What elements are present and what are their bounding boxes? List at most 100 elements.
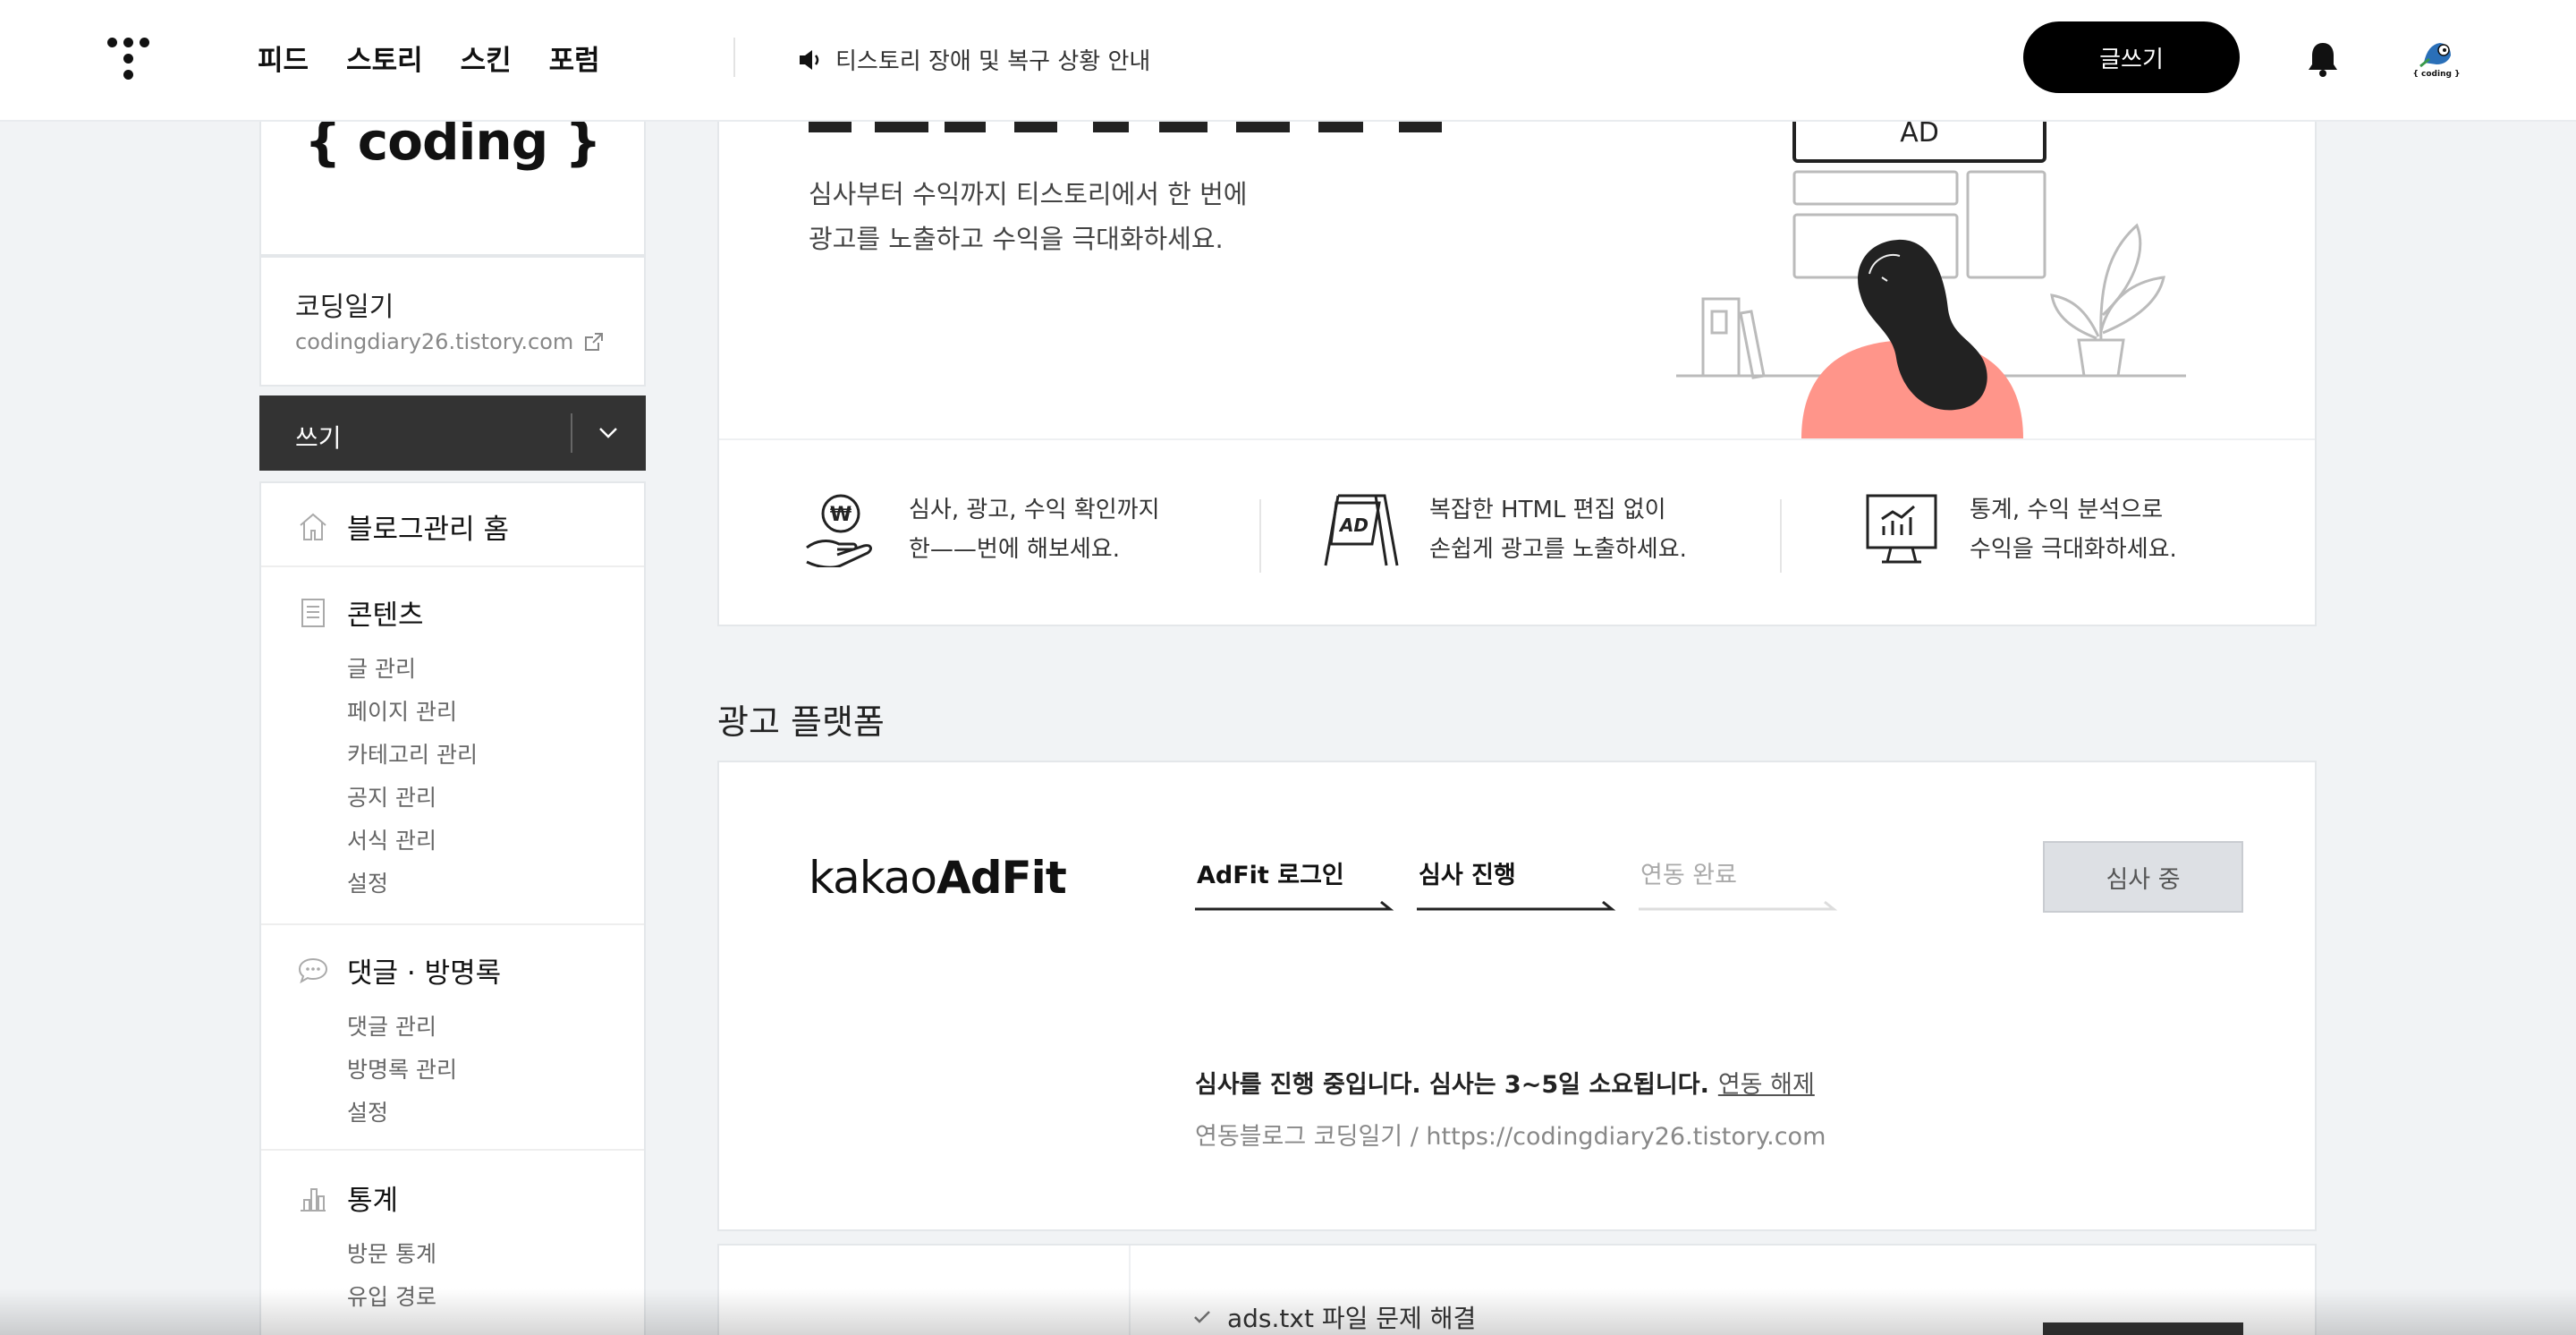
feature-2-line2: 손쉽게 광고를 노출하세요.: [1429, 536, 1687, 563]
coin-hand-icon: ₩: [806, 494, 872, 567]
ad-platform-title: 광고 플랫폼: [717, 702, 885, 742]
svg-text:AD: AD: [1338, 514, 1368, 536]
review-status: 심사를 진행 중입니다. 심사는 3~5일 소요됩니다. 연동 해제: [1195, 1065, 1815, 1100]
speaker-icon: [800, 49, 819, 70]
notice-text: 티스토리 장애 및 복구 상황 안내: [835, 48, 1151, 75]
kakao-adfit-logo: kakaoAdFit: [809, 852, 1067, 904]
logo-kakao: kakao: [809, 852, 937, 904]
menu-home[interactable]: 블로그관리 홈: [297, 506, 509, 547]
feature-2-line1: 복잡한 HTML 편집 없이: [1429, 497, 1666, 523]
nav-divider: [733, 38, 735, 77]
external-link-icon: [585, 333, 604, 351]
notice-link[interactable]: 티스토리 장애 및 복구 상황 안내: [796, 43, 1150, 76]
menu-referrer-stats[interactable]: 유입 경로: [347, 1280, 436, 1312]
dark-action-button[interactable]: [2043, 1322, 2243, 1335]
document-icon: [301, 598, 325, 627]
nav-skin[interactable]: 스킨: [461, 38, 512, 78]
feature-easy-ads: AD 복잡한 HTML 편집 없이 손쉽게 광고를 노출하세요.: [1324, 490, 1687, 569]
logo-adfit: AdFit: [936, 852, 1067, 904]
write-menu[interactable]: 쓰기: [259, 395, 646, 471]
feature-all-in-one-text: 심사, 광고, 수익 확인까지 한——번에 해보세요.: [909, 490, 1160, 569]
write-menu-toggle[interactable]: [589, 413, 628, 453]
step-arrow-current: [1417, 900, 1616, 911]
write-menu-label: 쓰기: [295, 423, 342, 453]
hero-desc-line1: 심사부터 수익까지 티스토리에서 한 번에: [809, 179, 1248, 209]
feature-divider: [1780, 499, 1782, 573]
avatar-text: { coding }: [2412, 70, 2461, 79]
adsense-hero-panel: 심사부터 수익까지 티스토리에서 한 번에 광고를 노출하고 수익을 극대화하세…: [717, 89, 2317, 626]
menu-post-manage[interactable]: 글 관리: [347, 651, 416, 684]
bar-chart-icon: [301, 1187, 326, 1212]
menu-contents-settings[interactable]: 설정: [347, 866, 388, 898]
nav-forum[interactable]: 포럼: [549, 38, 600, 78]
tistory-logo[interactable]: [106, 36, 152, 82]
unlink-button[interactable]: 연동 해제: [1718, 1071, 1815, 1099]
linked-blog-info: 연동블로그 코딩일기 / https://codingdiary26.tisto…: [1195, 1123, 1826, 1151]
step-review: 심사 진행: [1419, 862, 1516, 889]
avatar[interactable]: { coding }: [2410, 32, 2463, 86]
menu-comments[interactable]: 댓글 · 방명록: [297, 950, 501, 991]
menu-stats[interactable]: 통계: [297, 1178, 398, 1218]
menu-stats-label: 통계: [347, 1185, 399, 1217]
menu-template-manage[interactable]: 서식 관리: [347, 823, 436, 855]
nav-feed[interactable]: 피드: [258, 38, 309, 78]
feature-3-line2: 수익을 극대화하세요.: [1970, 536, 2177, 563]
feature-easy-ads-text: 복잡한 HTML 편집 없이 손쉽게 광고를 노출하세요.: [1429, 490, 1687, 569]
ad-board-label: AD: [1900, 117, 1939, 149]
menu-guestbook-manage[interactable]: 방명록 관리: [347, 1052, 457, 1084]
bell-icon[interactable]: [2306, 39, 2340, 79]
menu-category-manage[interactable]: 카테고리 관리: [347, 737, 478, 770]
review-status-text: 심사를 진행 중입니다. 심사는 3~5일 소요됩니다.: [1195, 1071, 1709, 1099]
nav-story[interactable]: 스토리: [346, 38, 423, 78]
write-menu-divider: [571, 413, 572, 453]
feature-1-line1: 심사, 광고, 수익 확인까지: [909, 497, 1160, 523]
step-link-complete: 연동 완료: [1640, 862, 1737, 889]
avatar-character-icon: [2419, 43, 2451, 68]
menu-visit-stats[interactable]: 방문 통계: [347, 1237, 436, 1269]
under-review-button[interactable]: 심사 중: [2043, 841, 2243, 913]
feature-all-in-one: ₩ 심사, 광고, 수익 확인까지 한——번에 해보세요.: [803, 490, 1160, 569]
feature-analytics-text: 통계, 수익 분석으로 수익을 극대화하세요.: [1970, 490, 2177, 569]
feature-divider: [1259, 499, 1261, 573]
ad-board-icon: AD: [1324, 494, 1399, 566]
hero-description: 심사부터 수익까지 티스토리에서 한 번에 광고를 노출하고 수익을 극대화하세…: [809, 172, 1247, 261]
menu-page-manage[interactable]: 페이지 관리: [347, 694, 457, 727]
step-adfit-login: AdFit 로그인: [1197, 862, 1344, 889]
ads-txt-check: ads.txt 파일 문제 해결: [1193, 1299, 1476, 1335]
step-arrow-done: [1195, 900, 1394, 911]
adsense-panel: ads.txt 파일 문제 해결: [717, 1244, 2317, 1335]
kakao-adfit-panel: kakaoAdFit AdFit 로그인 심사 진행 연동 완료 심사 중 심사…: [717, 761, 2317, 1231]
menu-contents[interactable]: 콘텐츠: [297, 592, 424, 633]
top-header: 피드 스토리 스킨 포럼 티스토리 장애 및 복구 상황 안내 글쓰기 { co…: [0, 0, 2576, 122]
menu-comment-manage[interactable]: 댓글 관리: [347, 1009, 436, 1042]
menu-comments-settings[interactable]: 설정: [347, 1095, 388, 1127]
blog-url-link[interactable]: codingdiary26.tistory.com: [295, 329, 604, 354]
feature-analytics: 통계, 수익 분석으로 수익을 극대화하세요.: [1864, 490, 2177, 569]
chevron-down-icon: [599, 428, 617, 438]
check-icon: [1194, 1311, 1210, 1323]
hero-desc-line2: 광고를 노출하고 수익을 극대화하세요.: [809, 224, 1224, 254]
admin-menu: 블로그관리 홈 콘텐츠 글 관리 페이지 관리 카테고리 관리 공지 관리 서식…: [259, 481, 646, 1335]
blog-name: 코딩일기: [295, 292, 394, 323]
speech-bubble-icon: [298, 957, 328, 983]
feature-1-line2: 한——번에 해보세요.: [909, 536, 1120, 563]
monitor-chart-icon: [1866, 494, 1937, 564]
menu-contents-label: 콘텐츠: [347, 599, 424, 632]
hero-separator: [719, 438, 2315, 440]
feature-3-line1: 통계, 수익 분석으로: [1970, 497, 2164, 523]
menu-comments-label: 댓글 · 방명록: [347, 957, 502, 990]
step-arrow-pending: [1639, 900, 1838, 911]
write-post-button[interactable]: 글쓰기: [2023, 21, 2240, 93]
menu-home-label: 블로그관리 홈: [347, 514, 509, 546]
blog-info-card: 코딩일기 codingdiary26.tistory.com: [259, 256, 646, 387]
panel-divider: [1129, 1246, 1131, 1335]
ads-txt-check-text: ads.txt 파일 문제 해결: [1227, 1304, 1477, 1333]
blog-url-text: codingdiary26.tistory.com: [295, 329, 574, 354]
menu-section-stats: 통계 방문 통계 유입 경로: [261, 1151, 644, 1335]
hero-illustration: AD: [1676, 89, 2186, 438]
menu-section-comments: 댓글 · 방명록 댓글 관리 방명록 관리 설정: [261, 925, 644, 1151]
menu-section-contents: 콘텐츠 글 관리 페이지 관리 카테고리 관리 공지 관리 서식 관리 설정: [261, 567, 644, 925]
menu-notice-manage[interactable]: 공지 관리: [347, 780, 436, 812]
menu-section-home: 블로그관리 홈: [261, 483, 644, 567]
home-icon: [300, 513, 326, 540]
